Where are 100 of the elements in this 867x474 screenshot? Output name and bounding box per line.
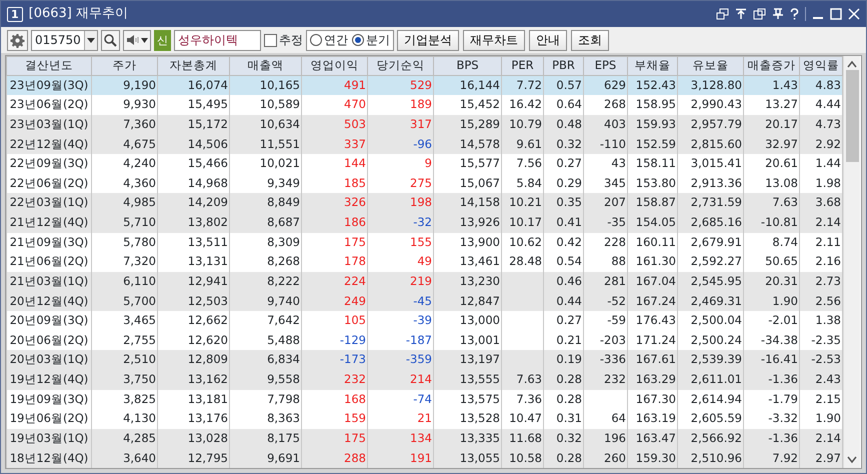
table-cell: 15,577 (434, 154, 502, 174)
table-cell: -45 (368, 291, 434, 311)
link-windows-icon[interactable] (753, 8, 766, 20)
table-row[interactable]: 22년12월(4Q) 4,675 14,506 11,551 337 -96 14,578 9.61 0.32 -110 152.59 2,815.60 32.97 2.92 (6, 134, 842, 154)
sound-button[interactable] (122, 30, 151, 50)
table-row[interactable]: 19년09월(3Q) 3,825 13,181 7,798 168 -74 13,575 7.36 0.28 167.30 2,614.94 -1.79 2.15 (6, 390, 842, 410)
table-cell: 2,510.96 (678, 448, 744, 468)
column-header[interactable]: 자본총계 (158, 56, 230, 76)
table-cell: 23년09월(3Q) (6, 76, 92, 96)
table-cell: 20.31 (744, 272, 800, 292)
toolbar-button[interactable]: 재무차트 (462, 30, 525, 50)
table-cell: 155 (368, 232, 434, 252)
table-row[interactable]: 22년09월(3Q) 4,240 15,466 10,021 144 9 15,577 7.56 0.27 43 158.11 3,015.41 20.61 1.44 (6, 154, 842, 174)
table-cell: 1.90 (744, 291, 800, 311)
table-row[interactable]: 19년12월(4Q) 3,750 13,162 9,558 232 214 13,555 7.63 0.28 232 163.29 2,611.01 -1.36 2.43 (6, 370, 842, 390)
table-cell: 12,847 (434, 291, 502, 311)
column-header[interactable]: PER (502, 56, 544, 76)
scroll-up-icon[interactable] (847, 60, 857, 68)
settings-button[interactable] (7, 30, 28, 50)
column-header[interactable]: 결산년도 (6, 56, 92, 76)
table-cell: 10.21 (502, 193, 544, 213)
table-cell: 196 (584, 428, 628, 448)
table-row[interactable]: 23년03월(1Q) 7,360 15,172 10,634 503 317 15,289 10.79 0.48 403 159.93 2,957.79 20.17 4.73 (6, 114, 842, 134)
table-cell: -336 (584, 350, 628, 370)
column-header[interactable]: 영업이익 (302, 56, 368, 76)
column-header[interactable]: 부채율 (628, 56, 678, 76)
table-cell: -59 (584, 311, 628, 331)
table-cell: 207 (584, 193, 628, 213)
table-cell: 2,685.16 (678, 212, 744, 232)
period-radio[interactable]: 연간 (310, 31, 348, 49)
table-cell: 19년03월(1Q) (6, 428, 92, 448)
table-row[interactable]: 22년03월(1Q) 4,985 14,209 8,849 326 198 14,158 10.21 0.35 207 158.87 2,731.59 7.63 3.68 (6, 193, 842, 213)
column-header[interactable]: 매출증가 (744, 56, 800, 76)
table-cell: 176.43 (628, 311, 678, 331)
table-cell: 14,209 (158, 193, 230, 213)
table-cell: 11.68 (502, 428, 544, 448)
table-cell: 12,941 (158, 272, 230, 292)
table-cell: 175 (302, 428, 368, 448)
table-row[interactable]: 21년03월(1Q) 6,110 12,941 8,222 224 219 13,230 0.46 281 167.04 2,545.95 20.31 2.73 (6, 272, 842, 292)
pin-top-icon[interactable] (735, 8, 747, 20)
window-title: [0663] 재무추이 (28, 5, 128, 24)
table-cell: 0.35 (544, 193, 584, 213)
table-cell: 154.05 (628, 212, 678, 232)
cascade-windows-icon[interactable] (716, 8, 729, 20)
column-header[interactable]: 당기순익 (368, 56, 434, 76)
table-cell: -2.01 (744, 311, 800, 331)
table-row[interactable]: 18년12월(4Q) 3,640 12,795 9,691 288 191 13,055 10.58 0.28 260 159.30 2,510.96 7.92 2.97 (6, 448, 842, 468)
table-row[interactable]: 19년03월(1Q) 4,285 13,028 8,175 175 134 13,335 11.68 0.32 196 163.47 2,566.92 -1.36 2.14 (6, 428, 842, 448)
table-cell: 0.27 (544, 154, 584, 174)
table-cell: 8,175 (230, 428, 302, 448)
table-cell: 13,162 (158, 370, 230, 390)
table-row[interactable]: 21년12월(4Q) 5,710 13,802 8,687 186 -32 13,926 10.17 0.41 -35 154.05 2,685.16 -10.81 2.14 (6, 212, 842, 232)
table-cell: 0.46 (544, 272, 584, 292)
column-header[interactable]: BPS (434, 56, 502, 76)
table-cell: 6,110 (92, 272, 158, 292)
table-cell: 629 (584, 76, 628, 96)
pin-icon[interactable] (772, 8, 784, 20)
table-cell: 21년09월(3Q) (6, 232, 92, 252)
table-cell: 7,798 (230, 390, 302, 410)
table-cell: 10,165 (230, 76, 302, 96)
table-cell: 10,634 (230, 114, 302, 134)
close-icon[interactable] (848, 8, 860, 20)
table-cell: 1.43 (744, 76, 800, 96)
table-cell: -173 (302, 350, 368, 370)
column-header[interactable]: 영익률 (800, 56, 842, 76)
toolbar-button[interactable]: 안내 (528, 30, 567, 50)
scroll-thumb[interactable] (846, 70, 858, 162)
scroll-down-icon[interactable] (847, 456, 857, 464)
table-cell: 8.74 (744, 232, 800, 252)
column-header[interactable]: 매출액 (230, 56, 302, 76)
column-header[interactable]: 유보율 (678, 56, 744, 76)
toolbar-button[interactable]: 조회 (570, 30, 609, 50)
table-cell: 8,687 (230, 212, 302, 232)
stock-name-field[interactable]: 성우하이텍 (174, 30, 261, 50)
column-header[interactable]: PBR (544, 56, 584, 76)
table-row[interactable]: 20년03월(1Q) 2,510 12,809 6,834 -173 -359 13,197 0.19 -336 167.61 2,539.39 -16.41 -2.53 (6, 350, 842, 370)
table-cell: 2,815.60 (678, 134, 744, 154)
search-button[interactable] (100, 30, 120, 50)
table-row[interactable]: 20년12월(4Q) 5,700 12,503 9,740 249 -45 12,847 0.44 -52 167.24 2,469.31 1.90 2.56 (6, 291, 842, 311)
table-cell: 167.24 (628, 291, 678, 311)
table-cell: 5,710 (92, 212, 158, 232)
table-cell: 163.47 (628, 428, 678, 448)
column-header[interactable]: EPS (584, 56, 628, 76)
column-header[interactable]: 주가 (92, 56, 158, 76)
toolbar-button[interactable]: 기업분석 (396, 30, 459, 50)
table-row[interactable]: 23년09월(3Q) 9,190 16,074 10,165 491 529 16,144 7.72 0.57 629 152.43 3,128.80 1.43 4.83 (6, 76, 842, 96)
table-row[interactable]: 20년09월(3Q) 3,465 12,662 7,642 105 -39 13,000 0.27 -59 176.43 2,500.04 -2.01 1.38 (6, 311, 842, 331)
table-cell: 3,640 (92, 448, 158, 468)
estimate-checkbox[interactable]: 추정 (264, 31, 303, 49)
table-cell: 159.93 (628, 114, 678, 134)
period-radio[interactable]: 분기 (352, 31, 390, 49)
table-cell: 10.62 (502, 232, 544, 252)
stock-code-combo[interactable]: 015750 (31, 30, 98, 50)
table-cell: 337 (302, 134, 368, 154)
table-cell: 4.73 (800, 114, 842, 134)
table-cell: -35 (584, 212, 628, 232)
table-row[interactable]: 21년09월(3Q) 5,780 13,511 8,309 175 155 13,900 10.62 0.42 228 160.11 2,679.91 8.74 2.11 (6, 232, 842, 252)
help-icon[interactable] (790, 8, 799, 20)
maximize-icon[interactable] (830, 8, 842, 20)
vertical-scrollbar[interactable] (843, 56, 860, 468)
